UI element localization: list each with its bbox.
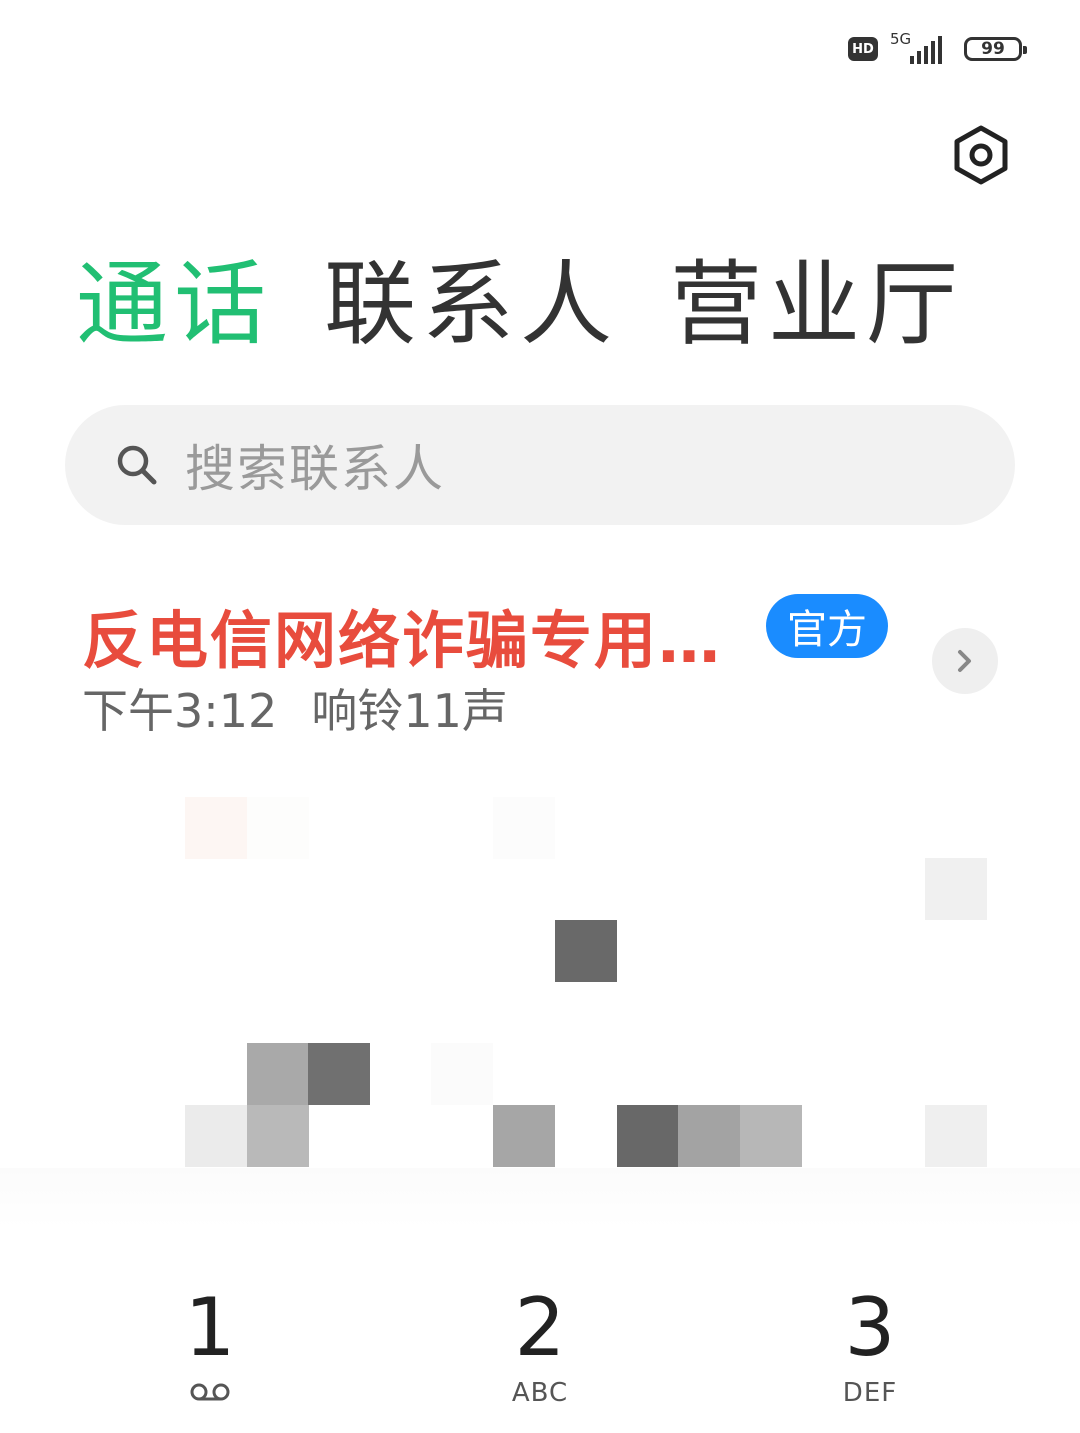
- dial-digit: 1: [184, 1281, 236, 1374]
- dial-letters: DEF: [842, 1378, 898, 1408]
- dial-key-2[interactable]: 2 ABC: [460, 1280, 620, 1420]
- call-status: 响铃11声: [311, 684, 508, 738]
- status-bar: HD 5G 99: [848, 28, 1027, 70]
- search-placeholder: 搜索联系人: [185, 440, 445, 498]
- voicemail-icon: [190, 1383, 230, 1401]
- tab-contacts[interactable]: 联系人: [324, 250, 618, 360]
- official-badge: 官方: [766, 594, 888, 658]
- tab-calls[interactable]: 通话: [76, 250, 272, 360]
- call-detail-button[interactable]: [932, 628, 998, 694]
- battery-level: 99: [981, 39, 1005, 59]
- call-meta: 下午3:12 响铃11声: [82, 675, 508, 741]
- dial-key-3[interactable]: 3 DEF: [790, 1280, 950, 1420]
- dial-digit: 2: [514, 1281, 566, 1374]
- dial-key-1[interactable]: 1: [130, 1280, 290, 1420]
- battery-icon: 99: [964, 37, 1027, 61]
- chevron-right-icon: [958, 650, 971, 672]
- dial-letters: ABC: [511, 1378, 569, 1408]
- caller-name: 反电信网络诈骗专用…: [82, 604, 723, 677]
- hd-voice-icon: HD: [848, 37, 878, 61]
- dial-digit: 3: [844, 1281, 896, 1374]
- network-type: 5G: [890, 30, 912, 48]
- settings-hexagon-icon: [954, 125, 1008, 185]
- top-tabs: 通话 联系人 营业厅: [76, 250, 964, 360]
- tab-service-hall[interactable]: 营业厅: [670, 250, 964, 360]
- call-time: 下午3:12: [82, 684, 278, 738]
- search-icon: [117, 445, 157, 485]
- signal-icon: 5G: [890, 30, 952, 66]
- search-input[interactable]: 搜索联系人: [65, 405, 1015, 525]
- settings-button[interactable]: [948, 122, 1014, 188]
